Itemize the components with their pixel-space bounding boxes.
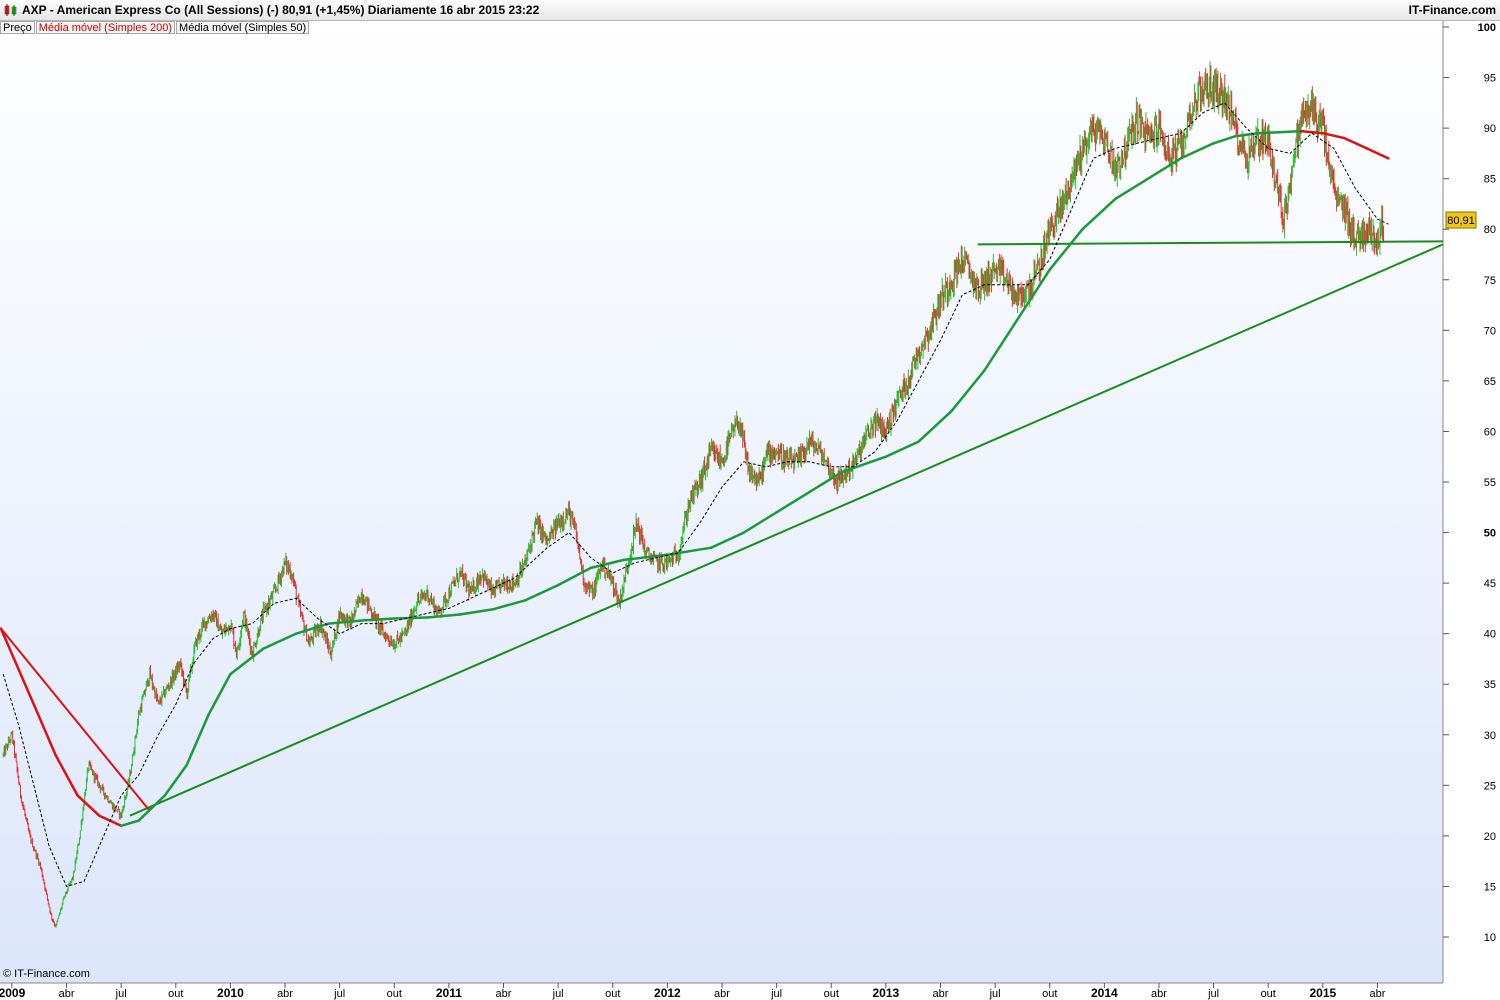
x-tick-label: 2015 <box>1309 986 1336 1000</box>
x-tick-label: abr <box>1370 988 1386 1000</box>
y-tick-label: 30 <box>1484 730 1496 742</box>
x-tick-label: jul <box>1207 988 1219 1000</box>
y-tick-label: 55 <box>1484 477 1496 489</box>
legend-price[interactable]: Preço <box>0 21 35 34</box>
y-tick-label: 85 <box>1484 174 1496 186</box>
legend-ma50[interactable]: Média móvel (Simples 50) <box>176 21 310 34</box>
x-tick-label: 2009 <box>0 986 26 1000</box>
x-tick-label: 2014 <box>1091 986 1118 1000</box>
y-tick-label: 20 <box>1484 831 1496 843</box>
brand-label: IT-Finance.com <box>1408 3 1496 17</box>
x-tick-label: out <box>1261 988 1276 1000</box>
x-tick-label: out <box>824 988 839 1000</box>
x-tick-label: out <box>387 988 402 1000</box>
title-bar: AXP - American Express Co (All Sessions)… <box>0 0 1500 21</box>
y-tick-label: 50 <box>1484 528 1496 540</box>
x-tick-label: jul <box>333 988 345 1000</box>
last-price-label: 80,91 <box>1447 215 1475 227</box>
x-tick-label: 2010 <box>217 986 244 1000</box>
x-tick-label: abr <box>714 988 730 1000</box>
x-tick-label: abr <box>277 988 293 1000</box>
y-tick-label: 100 <box>1478 22 1496 34</box>
x-tick-label: 2011 <box>436 986 462 1000</box>
y-tick-label: 70 <box>1484 325 1496 337</box>
x-tick-label: abr <box>59 988 75 1000</box>
x-tick-label: out <box>1042 988 1057 1000</box>
y-tick-label: 45 <box>1484 578 1496 590</box>
chart-legend: Preço Média móvel (Simples 200) Média mó… <box>0 21 310 34</box>
plot-background <box>0 21 1443 983</box>
legend-ma200[interactable]: Média móvel (Simples 200) <box>35 21 176 34</box>
x-tick-label: jul <box>770 988 782 1000</box>
x-tick-label: out <box>605 988 620 1000</box>
x-tick-label: jul <box>115 988 127 1000</box>
y-tick-label: 25 <box>1484 780 1496 792</box>
x-tick-label: out <box>168 988 183 1000</box>
y-tick-label: 95 <box>1484 73 1496 85</box>
y-tick-label: 80 <box>1484 224 1496 236</box>
y-tick-label: 65 <box>1484 376 1496 388</box>
x-tick-label: jul <box>552 988 564 1000</box>
y-tick-label: 15 <box>1484 881 1496 893</box>
y-tick-label: 35 <box>1484 679 1496 691</box>
y-tick-label: 75 <box>1484 275 1496 287</box>
y-tick-label: 90 <box>1484 123 1496 135</box>
x-tick-label: 2012 <box>654 986 681 1000</box>
chart-title: AXP - American Express Co (All Sessions)… <box>22 3 540 17</box>
x-tick-label: 2013 <box>873 986 900 1000</box>
x-tick-label: jul <box>989 988 1001 1000</box>
y-tick-label: 40 <box>1484 629 1496 641</box>
y-tick-label: 10 <box>1484 932 1496 944</box>
copyright-label: © IT-Finance.com <box>3 968 90 980</box>
candlestick-logo-icon <box>4 4 17 16</box>
x-tick-label: abr <box>496 988 512 1000</box>
y-tick-label: 60 <box>1484 426 1496 438</box>
ma200-line <box>1277 129 1303 134</box>
price-chart[interactable]: 101520253035404550556065707580859095100 … <box>0 21 1500 1000</box>
ma200-line <box>1256 130 1281 135</box>
x-tick-label: abr <box>1151 988 1167 1000</box>
x-tick-label: abr <box>933 988 949 1000</box>
